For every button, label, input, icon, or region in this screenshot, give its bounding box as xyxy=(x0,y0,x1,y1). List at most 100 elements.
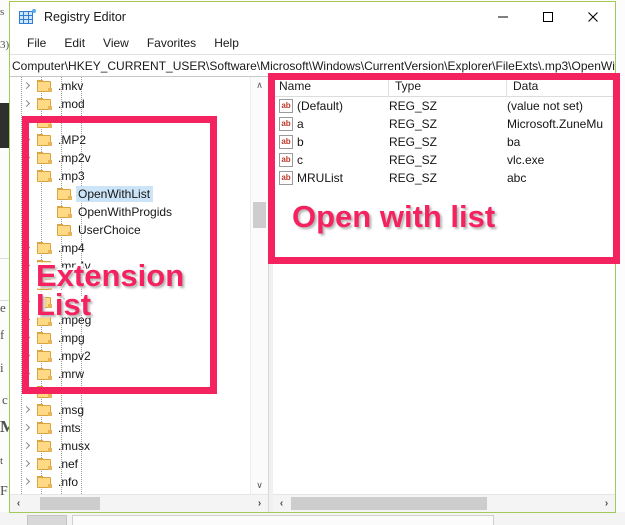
tree-item[interactable]: .mpg xyxy=(10,329,250,347)
tree-horizontal-scroll-thumb[interactable] xyxy=(40,497,100,510)
chevron-right-icon[interactable] xyxy=(22,261,32,271)
chevron-right-icon[interactable] xyxy=(22,81,32,91)
chevron-right-icon[interactable] xyxy=(22,441,32,451)
tree-scroll-up-button[interactable]: ∧ xyxy=(251,77,268,94)
tree-item[interactable]: .mkv xyxy=(10,77,250,95)
tree-item-label: .mod xyxy=(58,97,85,111)
tree-vertical-scrollbar[interactable]: ∧ ∨ xyxy=(250,77,268,494)
menu-bar: File Edit View Favorites Help xyxy=(10,32,615,55)
menu-item-file[interactable]: File xyxy=(18,34,55,52)
registry-values-list[interactable]: Name Type Data ab (Default) REG_SZ (value n… xyxy=(273,77,615,494)
menu-item-favorites[interactable]: Favorites xyxy=(138,34,205,52)
chevron-right-icon[interactable] xyxy=(22,423,32,433)
tree-item-label: .mpv2 xyxy=(58,349,91,363)
tree-item[interactable]: .nef xyxy=(10,455,250,473)
bg-fragment: f xyxy=(0,327,5,342)
tree-item[interactable]: UserChoice xyxy=(10,221,250,239)
column-header-type[interactable]: Type xyxy=(389,77,507,96)
tree-scroll-down-button[interactable]: ∨ xyxy=(251,477,268,494)
folder-icon xyxy=(37,439,52,453)
chevron-right-icon[interactable] xyxy=(22,135,32,145)
folder-icon xyxy=(37,313,52,327)
tree-scroll-right-button[interactable]: › xyxy=(251,495,268,512)
tree-item[interactable]: OpenWithProgids xyxy=(10,203,250,221)
tree-item-label: .msg xyxy=(58,403,85,417)
chevron-right-icon[interactable] xyxy=(22,315,32,325)
title-bar: Registry Editor xyxy=(10,2,615,32)
tree-item[interactable] xyxy=(10,275,250,293)
tree-item[interactable]: .MP2 xyxy=(10,131,250,149)
column-header-name[interactable]: Name xyxy=(273,77,389,96)
tree-vertical-scroll-thumb[interactable] xyxy=(253,202,266,228)
value-row[interactable]: ab (Default) REG_SZ (value not set) xyxy=(273,97,615,115)
tree-item[interactable] xyxy=(10,113,250,131)
tree-item[interactable]: .mpv2 xyxy=(10,347,250,365)
tree-item[interactable]: .MPE xyxy=(10,293,250,311)
tree-item-label: OpenWithProgids xyxy=(78,205,173,219)
tree-item[interactable]: .mp4 xyxy=(10,239,250,257)
chevron-right-icon[interactable] xyxy=(22,459,32,469)
screen: s 3) e f i c M t F Registry Editor xyxy=(0,0,625,525)
value-data: ba xyxy=(507,135,521,149)
tree-item[interactable]: .mpeg xyxy=(10,311,250,329)
folder-icon xyxy=(37,277,52,291)
folder-icon xyxy=(37,169,52,183)
values-column-headers: Name Type Data xyxy=(273,77,615,97)
tree-item[interactable]: .mp4v xyxy=(10,257,250,275)
chevron-right-icon[interactable] xyxy=(22,369,32,379)
tree-scroll-left-button[interactable]: ‹ xyxy=(10,495,27,512)
folder-icon xyxy=(37,349,52,363)
menu-item-view[interactable]: View xyxy=(94,34,138,52)
tree-item[interactable]: .msg xyxy=(10,401,250,419)
value-name: c xyxy=(297,153,303,167)
chevron-right-icon[interactable] xyxy=(22,297,32,307)
value-row[interactable]: ab b REG_SZ ba xyxy=(273,133,615,151)
tree-item[interactable] xyxy=(10,383,250,401)
tree-item-label xyxy=(56,120,61,124)
chevron-right-icon[interactable] xyxy=(22,405,32,415)
chevron-right-icon[interactable] xyxy=(22,153,32,163)
value-data: Microsoft.ZuneMu xyxy=(507,117,604,131)
tree-item[interactable]: OpenWithList xyxy=(10,185,250,203)
chevron-right-icon[interactable] xyxy=(22,333,32,343)
tree-expander-empty xyxy=(22,117,32,127)
tree-item[interactable]: .mp3 xyxy=(10,167,250,185)
registry-editor-icon xyxy=(19,9,36,25)
value-row[interactable]: ab c REG_SZ vlc.exe xyxy=(273,151,615,169)
tree-item-label: .mpeg xyxy=(58,313,92,327)
tree-item[interactable]: .musx xyxy=(10,437,250,455)
maximize-button[interactable] xyxy=(525,2,570,32)
menu-item-edit[interactable]: Edit xyxy=(55,34,94,52)
menu-item-help[interactable]: Help xyxy=(205,34,248,52)
values-scroll-left-button[interactable]: ‹ xyxy=(273,495,290,512)
chevron-right-icon[interactable] xyxy=(22,243,32,253)
registry-tree[interactable]: .mkv .mod .MP2 .mp2v .mp3 OpenWithList OpenWit… xyxy=(10,77,250,494)
tree-horizontal-scrollbar[interactable]: ‹ › xyxy=(10,494,268,512)
values-horizontal-scrollbar[interactable]: ‹ › xyxy=(273,494,615,512)
folder-icon xyxy=(37,403,52,417)
value-row[interactable]: ab MRUList REG_SZ abc xyxy=(273,169,615,187)
chevron-right-icon[interactable] xyxy=(22,351,32,361)
chevron-right-icon[interactable] xyxy=(22,477,32,487)
tree-pane: .mkv .mod .MP2 .mp2v .mp3 OpenWithList OpenWit… xyxy=(10,77,269,512)
string-value-icon: ab xyxy=(279,99,293,113)
value-type: REG_SZ xyxy=(389,99,438,113)
folder-icon xyxy=(37,295,52,309)
tree-item[interactable]: .mod xyxy=(10,95,250,113)
value-data: vlc.exe xyxy=(507,153,545,167)
address-bar[interactable]: Computer\HKEY_CURRENT_USER\Software\Micr… xyxy=(10,55,615,77)
chevron-down-icon[interactable] xyxy=(22,171,32,181)
tree-item[interactable]: .nfo xyxy=(10,473,250,491)
close-button[interactable] xyxy=(570,2,615,32)
chevron-right-icon[interactable] xyxy=(22,99,32,109)
bg-strip-item xyxy=(72,515,494,525)
string-value-icon: ab xyxy=(279,117,293,131)
value-row[interactable]: ab a REG_SZ Microsoft.ZuneMu xyxy=(273,115,615,133)
tree-item[interactable]: .mts xyxy=(10,419,250,437)
tree-item[interactable]: .mp2v xyxy=(10,149,250,167)
values-scroll-right-button[interactable]: › xyxy=(598,495,615,512)
column-header-data[interactable]: Data xyxy=(507,77,615,96)
minimize-button[interactable] xyxy=(480,2,525,32)
tree-item[interactable]: .mrw xyxy=(10,365,250,383)
values-horizontal-scroll-thumb[interactable] xyxy=(291,497,487,510)
